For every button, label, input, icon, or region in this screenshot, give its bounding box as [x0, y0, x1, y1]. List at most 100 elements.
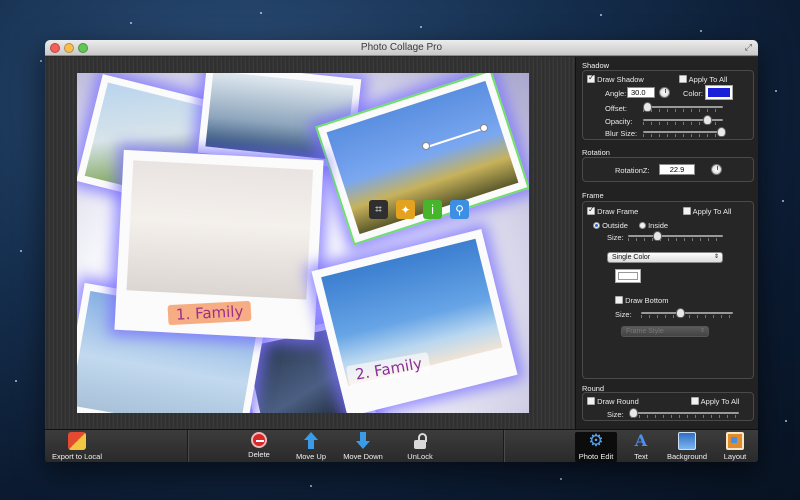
frame-style-value: Frame Style	[626, 328, 664, 335]
color-mode-popup[interactable]: Single Color ⇕	[607, 252, 723, 263]
shadow-group: Draw Shadow Apply To All Angle: 30.0 Col…	[582, 70, 754, 140]
color-label: Color:	[683, 89, 704, 98]
fullscreen-icon[interactable]: ⤢	[745, 42, 752, 53]
gear-icon: ⚙	[588, 431, 604, 451]
draw-frame-checkbox[interactable]: Draw Frame	[587, 205, 639, 216]
title-bar: Photo Collage Pro ⤢	[45, 40, 758, 56]
outside-radio[interactable]: Outside	[593, 221, 628, 230]
rotation-handle-dot[interactable]	[422, 142, 430, 150]
angle-knob[interactable]	[659, 87, 670, 98]
checkbox-icon	[615, 296, 623, 304]
background-tab[interactable]: Background	[663, 432, 711, 462]
shadow-apply-all-checkbox[interactable]: Apply To All	[679, 75, 727, 84]
info-icon[interactable]: i	[423, 200, 442, 219]
shadow-color-well[interactable]	[705, 85, 733, 100]
rotation-handle-end[interactable]	[480, 124, 488, 132]
popup-arrows-icon: ⇕	[699, 328, 705, 334]
layout-tab[interactable]: Layout	[719, 432, 751, 462]
round-apply-all-label: Apply To All	[700, 397, 740, 406]
unlock-label: UnLock	[407, 452, 433, 461]
draw-bottom-label: Draw Bottom	[625, 296, 669, 305]
inside-radio[interactable]: Inside	[639, 221, 668, 230]
rotationz-input[interactable]: 22.9	[659, 164, 695, 175]
round-size-slider[interactable]	[630, 409, 739, 418]
rotation-group: RotationZ: 22.9	[582, 157, 754, 182]
slider-thumb[interactable]	[644, 103, 651, 111]
photo-edit-tab[interactable]: ⚙ Photo Edit	[575, 432, 617, 462]
collage-photo-shoulder[interactable]	[311, 229, 518, 413]
photo-edit-label: Photo Edit	[578, 452, 614, 461]
magic-wand-icon[interactable]: ✦	[396, 200, 415, 219]
slider-thumb[interactable]	[704, 116, 711, 124]
move-down-button[interactable]: Move Down	[341, 432, 385, 462]
frame-size-label: Size:	[607, 233, 624, 242]
background-icon	[678, 432, 696, 450]
app-window: Photo Collage Pro ⤢ 1. Family 2. Family …	[45, 40, 758, 462]
slider-thumb[interactable]	[717, 128, 725, 136]
blur-size-slider[interactable]	[643, 128, 725, 137]
round-apply-all-checkbox[interactable]: Apply To All	[691, 397, 739, 406]
unlock-button[interactable]: UnLock	[403, 432, 437, 462]
move-down-label: Move Down	[343, 452, 383, 461]
slider-thumb[interactable]	[676, 309, 684, 317]
blur-size-label: Blur Size:	[605, 129, 638, 138]
draw-round-label: Draw Round	[597, 397, 639, 406]
checkbox-icon	[587, 73, 595, 83]
slider-thumb[interactable]	[630, 409, 638, 417]
frame-style-popup[interactable]: Frame Style ⇕	[621, 326, 709, 337]
shadow-apply-all-label: Apply To All	[688, 75, 728, 84]
toolbar-divider	[187, 430, 188, 462]
outside-label: Outside	[602, 221, 628, 230]
properties-panel: Shadow Draw Shadow Apply To All Angle: 3…	[575, 57, 758, 429]
offset-label: Offset:	[605, 104, 627, 113]
export-icon	[68, 432, 86, 450]
rotationz-knob[interactable]	[711, 164, 722, 175]
bottom-size-label: Size:	[615, 310, 632, 319]
crop-icon[interactable]: ⌗	[369, 200, 388, 219]
frame-size-slider[interactable]	[628, 232, 723, 241]
frame-apply-all-label: Apply To All	[692, 207, 732, 216]
draw-bottom-checkbox[interactable]: Draw Bottom	[615, 296, 668, 305]
text-tab[interactable]: A Text	[627, 432, 655, 462]
frame-group: Draw Frame Apply To All Outside Inside S…	[582, 201, 754, 379]
radio-icon	[639, 222, 646, 229]
shadow-color-swatch	[708, 88, 730, 97]
draw-shadow-checkbox[interactable]: Draw Shadow	[587, 73, 644, 84]
opacity-slider[interactable]	[643, 116, 723, 125]
delete-label: Delete	[248, 450, 270, 459]
canvas-area: 1. Family 2. Family ⌗ ✦ i ⚲	[45, 57, 575, 429]
text-icon: A	[634, 431, 648, 450]
export-to-local-button[interactable]: Export to Local	[49, 432, 105, 462]
arrow-up-icon	[302, 432, 320, 450]
photo-overlay-tools: ⌗ ✦ i ⚲	[369, 200, 469, 219]
angle-label: Angle:	[605, 89, 627, 98]
rotationz-label: RotationZ:	[615, 166, 650, 175]
draw-shadow-label: Draw Shadow	[597, 75, 644, 84]
collage-canvas[interactable]: 1. Family 2. Family ⌗ ✦ i ⚲	[77, 73, 529, 413]
opacity-label: Opacity:	[605, 117, 633, 126]
frame-color-well[interactable]	[615, 269, 641, 283]
frame-section-title: Frame	[582, 191, 604, 200]
round-group: Draw Round Apply To All Size:	[582, 392, 754, 421]
offset-slider[interactable]	[643, 103, 723, 112]
toolbar-divider	[503, 430, 504, 462]
frame-color-swatch	[618, 272, 638, 280]
bottom-size-slider[interactable]	[641, 309, 733, 318]
move-up-label: Move Up	[295, 452, 326, 461]
angle-input[interactable]: 30.0	[627, 87, 655, 98]
photo-image	[126, 160, 314, 300]
move-up-button[interactable]: Move Up	[293, 432, 329, 462]
rotation-section-title: Rotation	[582, 148, 610, 157]
slider-thumb[interactable]	[653, 232, 661, 240]
draw-frame-label: Draw Frame	[597, 207, 639, 216]
background-label: Background	[666, 452, 708, 461]
layout-icon	[726, 432, 744, 450]
draw-round-checkbox[interactable]: Draw Round	[587, 397, 639, 406]
delete-button[interactable]: Delete	[241, 432, 277, 462]
frame-apply-all-checkbox[interactable]: Apply To All	[683, 207, 731, 216]
unlock-icon	[411, 432, 429, 450]
color-mode-value: Single Color	[612, 254, 651, 261]
inside-label: Inside	[648, 221, 669, 230]
zoom-icon[interactable]: ⚲	[450, 200, 469, 219]
bottom-toolbar: Export to Local Delete Move Up Move Down…	[45, 429, 758, 462]
